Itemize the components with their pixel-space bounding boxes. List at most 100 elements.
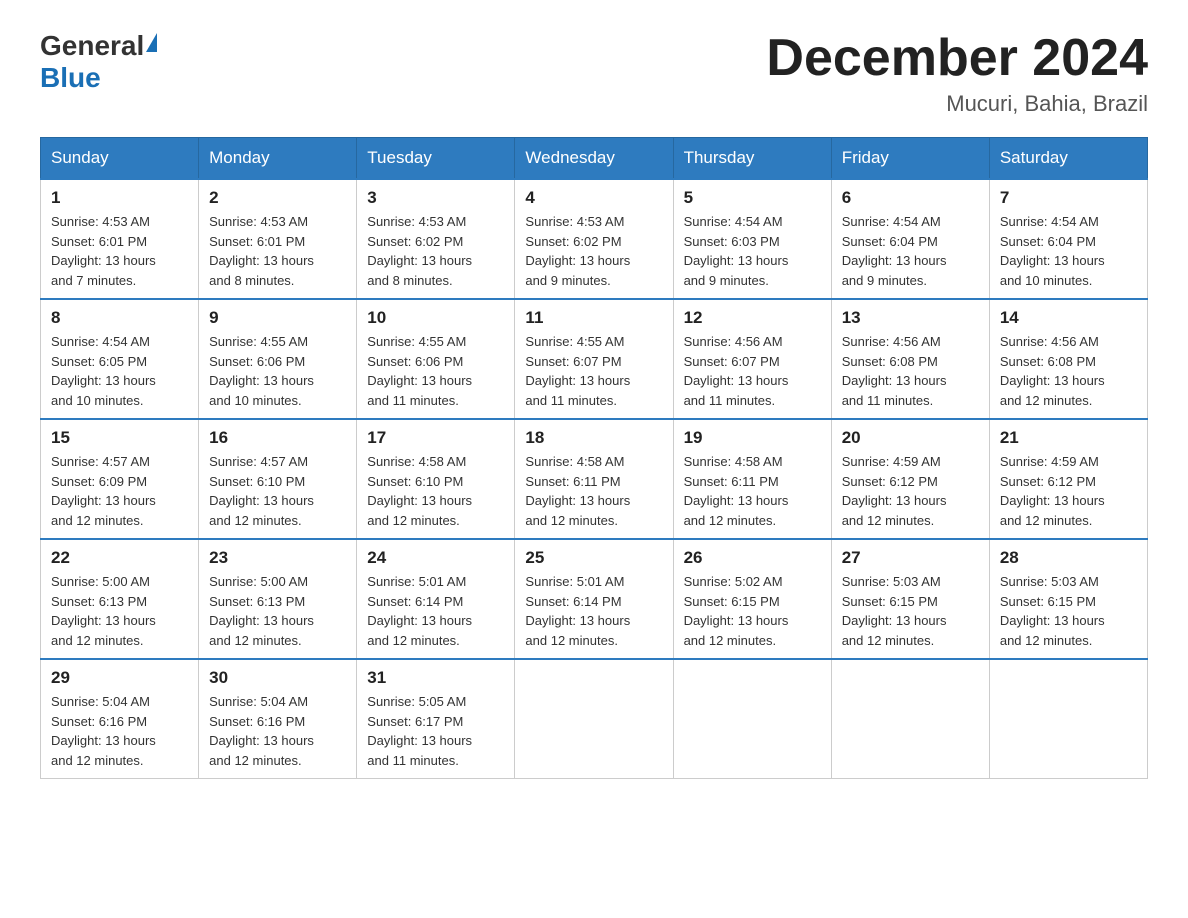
calendar-cell: 22 Sunrise: 5:00 AMSunset: 6:13 PMDaylig… — [41, 539, 199, 659]
day-number: 23 — [209, 548, 346, 568]
day-number: 22 — [51, 548, 188, 568]
logo: General Blue — [40, 30, 157, 94]
day-number: 16 — [209, 428, 346, 448]
day-number: 21 — [1000, 428, 1137, 448]
day-info: Sunrise: 4:58 AMSunset: 6:11 PMDaylight:… — [525, 454, 630, 528]
weekday-header-sunday: Sunday — [41, 138, 199, 180]
day-info: Sunrise: 5:03 AMSunset: 6:15 PMDaylight:… — [1000, 574, 1105, 648]
day-info: Sunrise: 4:58 AMSunset: 6:11 PMDaylight:… — [684, 454, 789, 528]
logo-general: General — [40, 30, 144, 62]
day-info: Sunrise: 5:04 AMSunset: 6:16 PMDaylight:… — [51, 694, 156, 768]
day-info: Sunrise: 4:56 AMSunset: 6:08 PMDaylight:… — [842, 334, 947, 408]
day-number: 3 — [367, 188, 504, 208]
page-header: General Blue December 2024 Mucuri, Bahia… — [40, 30, 1148, 117]
calendar-cell: 8 Sunrise: 4:54 AMSunset: 6:05 PMDayligh… — [41, 299, 199, 419]
calendar-cell: 21 Sunrise: 4:59 AMSunset: 6:12 PMDaylig… — [989, 419, 1147, 539]
day-info: Sunrise: 4:57 AMSunset: 6:10 PMDaylight:… — [209, 454, 314, 528]
day-info: Sunrise: 5:03 AMSunset: 6:15 PMDaylight:… — [842, 574, 947, 648]
calendar-cell — [673, 659, 831, 779]
day-number: 18 — [525, 428, 662, 448]
day-info: Sunrise: 4:56 AMSunset: 6:08 PMDaylight:… — [1000, 334, 1105, 408]
day-number: 17 — [367, 428, 504, 448]
day-number: 29 — [51, 668, 188, 688]
day-info: Sunrise: 5:00 AMSunset: 6:13 PMDaylight:… — [209, 574, 314, 648]
day-info: Sunrise: 4:53 AMSunset: 6:01 PMDaylight:… — [51, 214, 156, 288]
day-number: 9 — [209, 308, 346, 328]
calendar-cell: 17 Sunrise: 4:58 AMSunset: 6:10 PMDaylig… — [357, 419, 515, 539]
day-info: Sunrise: 4:55 AMSunset: 6:07 PMDaylight:… — [525, 334, 630, 408]
day-number: 5 — [684, 188, 821, 208]
day-number: 14 — [1000, 308, 1137, 328]
day-info: Sunrise: 4:59 AMSunset: 6:12 PMDaylight:… — [842, 454, 947, 528]
calendar-cell: 31 Sunrise: 5:05 AMSunset: 6:17 PMDaylig… — [357, 659, 515, 779]
day-number: 25 — [525, 548, 662, 568]
calendar-cell: 18 Sunrise: 4:58 AMSunset: 6:11 PMDaylig… — [515, 419, 673, 539]
location: Mucuri, Bahia, Brazil — [766, 91, 1148, 117]
day-info: Sunrise: 5:01 AMSunset: 6:14 PMDaylight:… — [367, 574, 472, 648]
calendar-cell: 16 Sunrise: 4:57 AMSunset: 6:10 PMDaylig… — [199, 419, 357, 539]
day-info: Sunrise: 4:54 AMSunset: 6:04 PMDaylight:… — [842, 214, 947, 288]
day-number: 2 — [209, 188, 346, 208]
calendar-cell: 5 Sunrise: 4:54 AMSunset: 6:03 PMDayligh… — [673, 179, 831, 299]
calendar-cell: 23 Sunrise: 5:00 AMSunset: 6:13 PMDaylig… — [199, 539, 357, 659]
calendar-cell: 20 Sunrise: 4:59 AMSunset: 6:12 PMDaylig… — [831, 419, 989, 539]
calendar-cell: 12 Sunrise: 4:56 AMSunset: 6:07 PMDaylig… — [673, 299, 831, 419]
day-number: 4 — [525, 188, 662, 208]
calendar-week-3: 15 Sunrise: 4:57 AMSunset: 6:09 PMDaylig… — [41, 419, 1148, 539]
weekday-header-saturday: Saturday — [989, 138, 1147, 180]
calendar-cell: 11 Sunrise: 4:55 AMSunset: 6:07 PMDaylig… — [515, 299, 673, 419]
calendar-cell — [515, 659, 673, 779]
calendar-week-4: 22 Sunrise: 5:00 AMSunset: 6:13 PMDaylig… — [41, 539, 1148, 659]
day-number: 8 — [51, 308, 188, 328]
day-number: 11 — [525, 308, 662, 328]
calendar-cell: 13 Sunrise: 4:56 AMSunset: 6:08 PMDaylig… — [831, 299, 989, 419]
day-number: 1 — [51, 188, 188, 208]
day-info: Sunrise: 4:55 AMSunset: 6:06 PMDaylight:… — [209, 334, 314, 408]
calendar-week-5: 29 Sunrise: 5:04 AMSunset: 6:16 PMDaylig… — [41, 659, 1148, 779]
day-number: 13 — [842, 308, 979, 328]
day-number: 27 — [842, 548, 979, 568]
calendar-cell: 24 Sunrise: 5:01 AMSunset: 6:14 PMDaylig… — [357, 539, 515, 659]
calendar-cell: 3 Sunrise: 4:53 AMSunset: 6:02 PMDayligh… — [357, 179, 515, 299]
day-info: Sunrise: 4:56 AMSunset: 6:07 PMDaylight:… — [684, 334, 789, 408]
day-info: Sunrise: 4:53 AMSunset: 6:01 PMDaylight:… — [209, 214, 314, 288]
day-number: 26 — [684, 548, 821, 568]
calendar-cell: 6 Sunrise: 4:54 AMSunset: 6:04 PMDayligh… — [831, 179, 989, 299]
weekday-header-thursday: Thursday — [673, 138, 831, 180]
day-number: 19 — [684, 428, 821, 448]
day-number: 31 — [367, 668, 504, 688]
day-number: 30 — [209, 668, 346, 688]
calendar-cell: 27 Sunrise: 5:03 AMSunset: 6:15 PMDaylig… — [831, 539, 989, 659]
calendar-cell: 26 Sunrise: 5:02 AMSunset: 6:15 PMDaylig… — [673, 539, 831, 659]
day-info: Sunrise: 5:02 AMSunset: 6:15 PMDaylight:… — [684, 574, 789, 648]
calendar-cell: 28 Sunrise: 5:03 AMSunset: 6:15 PMDaylig… — [989, 539, 1147, 659]
calendar-cell: 19 Sunrise: 4:58 AMSunset: 6:11 PMDaylig… — [673, 419, 831, 539]
calendar-cell: 10 Sunrise: 4:55 AMSunset: 6:06 PMDaylig… — [357, 299, 515, 419]
day-number: 6 — [842, 188, 979, 208]
weekday-header-row: SundayMondayTuesdayWednesdayThursdayFrid… — [41, 138, 1148, 180]
calendar-cell: 7 Sunrise: 4:54 AMSunset: 6:04 PMDayligh… — [989, 179, 1147, 299]
weekday-header-tuesday: Tuesday — [357, 138, 515, 180]
calendar-cell: 2 Sunrise: 4:53 AMSunset: 6:01 PMDayligh… — [199, 179, 357, 299]
calendar-week-1: 1 Sunrise: 4:53 AMSunset: 6:01 PMDayligh… — [41, 179, 1148, 299]
logo-triangle-icon — [146, 33, 157, 52]
calendar-cell — [831, 659, 989, 779]
day-info: Sunrise: 4:57 AMSunset: 6:09 PMDaylight:… — [51, 454, 156, 528]
calendar-cell — [989, 659, 1147, 779]
day-number: 20 — [842, 428, 979, 448]
calendar-cell: 15 Sunrise: 4:57 AMSunset: 6:09 PMDaylig… — [41, 419, 199, 539]
calendar-cell: 1 Sunrise: 4:53 AMSunset: 6:01 PMDayligh… — [41, 179, 199, 299]
calendar-week-2: 8 Sunrise: 4:54 AMSunset: 6:05 PMDayligh… — [41, 299, 1148, 419]
weekday-header-monday: Monday — [199, 138, 357, 180]
weekday-header-friday: Friday — [831, 138, 989, 180]
day-info: Sunrise: 4:58 AMSunset: 6:10 PMDaylight:… — [367, 454, 472, 528]
calendar-cell: 30 Sunrise: 5:04 AMSunset: 6:16 PMDaylig… — [199, 659, 357, 779]
calendar-cell: 29 Sunrise: 5:04 AMSunset: 6:16 PMDaylig… — [41, 659, 199, 779]
logo-blue: Blue — [40, 62, 101, 94]
day-number: 12 — [684, 308, 821, 328]
day-info: Sunrise: 4:59 AMSunset: 6:12 PMDaylight:… — [1000, 454, 1105, 528]
weekday-header-wednesday: Wednesday — [515, 138, 673, 180]
day-info: Sunrise: 5:01 AMSunset: 6:14 PMDaylight:… — [525, 574, 630, 648]
day-number: 15 — [51, 428, 188, 448]
day-number: 28 — [1000, 548, 1137, 568]
